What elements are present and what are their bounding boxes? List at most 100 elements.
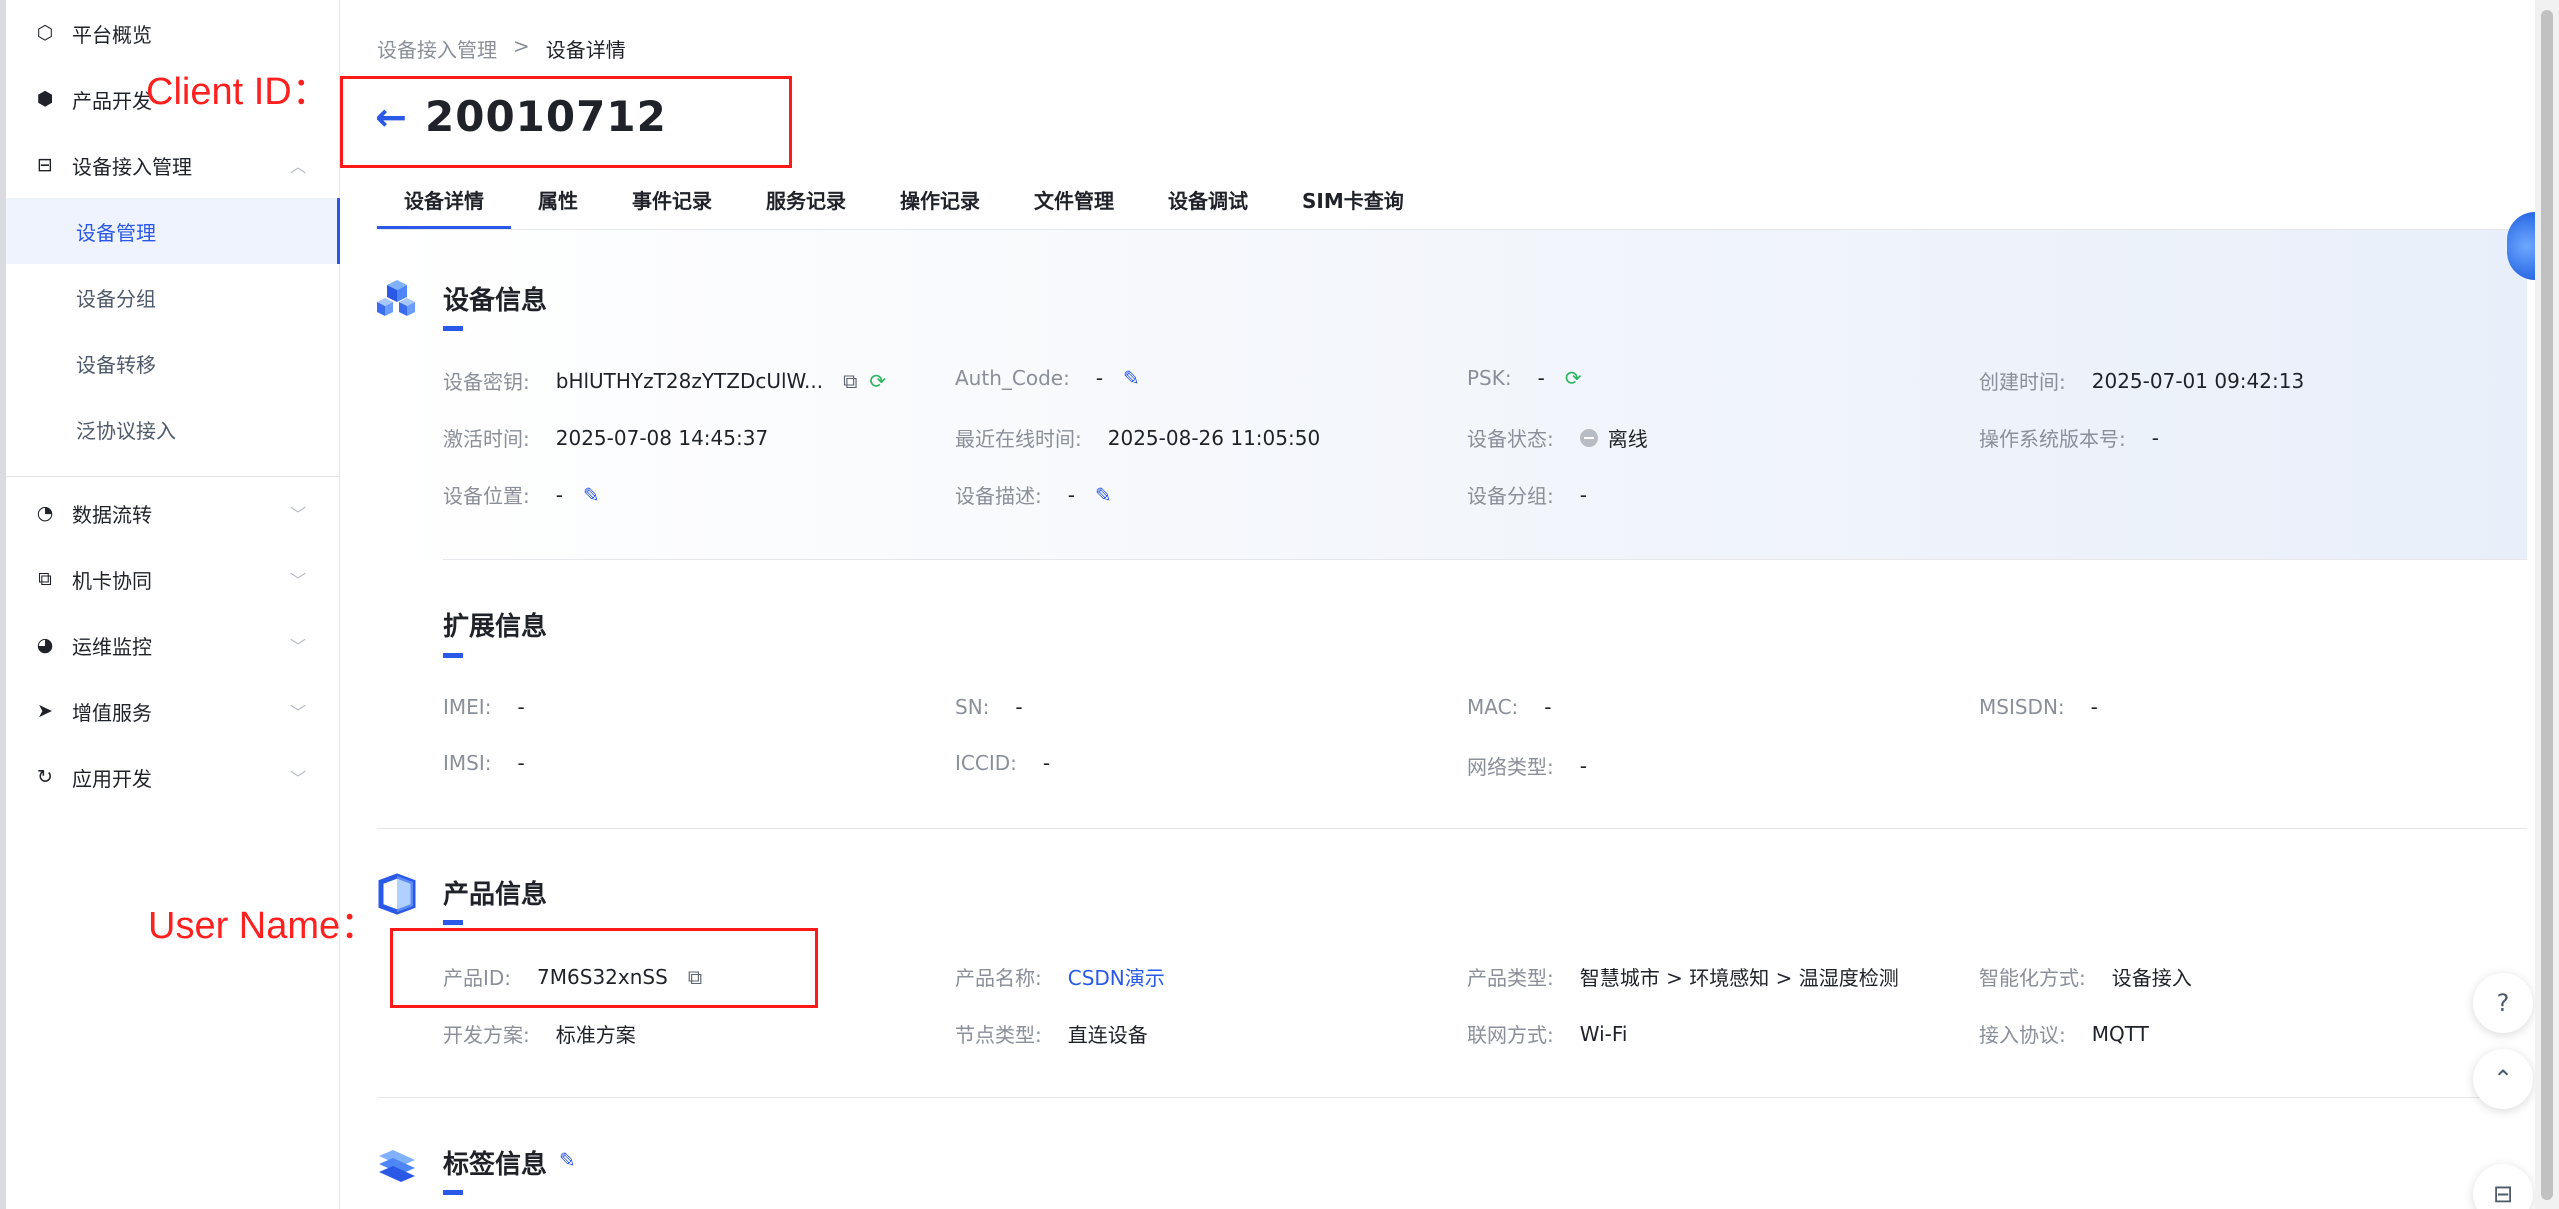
tab-operation-records[interactable]: 操作记录 [873, 184, 1007, 230]
sidebar-item-device-access[interactable]: ⊟ 设备接入管理 ︿ [6, 132, 340, 198]
breadcrumb-current: 设备详情 [545, 38, 626, 62]
field-activate-time: 激活时间: 2025-07-08 14:45:37 [443, 423, 768, 452]
tag-info-title: 标签信息 [443, 1150, 548, 1180]
field-value: - [1544, 695, 1552, 719]
annotation-box-user-name [390, 928, 818, 1008]
field-label: 创建时间: [1979, 370, 2066, 394]
monitor-icon: ◕ [36, 634, 54, 656]
product-box-icon [378, 873, 416, 915]
section-accent-bar [443, 1190, 463, 1195]
field-value: 直连设备 [1067, 1023, 1148, 1047]
edit-icon[interactable]: ✎ [1095, 483, 1112, 507]
back-to-top-icon[interactable]: ⌃ [2473, 1049, 2533, 1109]
field-network-type: 网络类型: - [1467, 751, 1587, 780]
field-device-location: 设备位置: - ✎ [443, 480, 600, 509]
edit-icon[interactable]: ✎ [1123, 366, 1140, 390]
tag-layers-icon [379, 1150, 415, 1182]
field-device-status: 设备状态: 离线 [1467, 423, 1648, 452]
field-value: bHlUTHYzT28zYTZDcUlW... [555, 368, 824, 393]
field-label: 接入协议: [1979, 1023, 2066, 1047]
sidebar-subitem-device-management[interactable]: 设备管理 [6, 198, 340, 264]
field-label: 最近在线时间: [955, 427, 1082, 451]
main-content: 设备接入管理 > 设备详情 ← 20010712 设备详情 属性 事件记录 服务… [341, 0, 2535, 1209]
chevron-down-icon: ﹀ [289, 571, 306, 590]
sidebar-divider [6, 476, 340, 477]
device-info-background [377, 230, 2527, 560]
section-divider [443, 559, 2527, 560]
device-access-icon: ⊟ [37, 154, 53, 176]
field-value: - [517, 695, 525, 719]
copy-icon[interactable]: ⧉ [843, 369, 857, 393]
field-label: 设备密钥: [443, 370, 530, 394]
breadcrumb: 设备接入管理 > 设备详情 [377, 34, 626, 63]
annotation-client-id: Client ID： [146, 71, 330, 113]
cube-icon: ⬢ [36, 88, 54, 110]
tab-event-records[interactable]: 事件记录 [605, 184, 739, 230]
field-label: Auth_Code: [955, 366, 1070, 390]
tab-service-records[interactable]: 服务记录 [739, 184, 873, 230]
sidebar-subitem-device-transfer[interactable]: 设备转移 [6, 330, 340, 396]
field-product-type: 产品类型: 智慧城市 > 环境感知 > 温湿度检测 [1467, 962, 1899, 991]
sidebar-item-card-sync[interactable]: ⧉ 机卡协同 ﹀ [6, 546, 340, 612]
field-mac: MAC: - [1467, 695, 1552, 719]
send-icon: ➤ [37, 700, 53, 722]
sidebar-item-label: 运维监控 [72, 634, 152, 659]
sidebar-subitem-label: 设备转移 [76, 352, 156, 377]
chevron-down-icon: ﹀ [289, 703, 306, 722]
refresh-icon[interactable]: ⟳ [869, 369, 886, 393]
field-label: ICCID: [955, 751, 1017, 775]
sidebar-subitem-protocol-access[interactable]: 泛协议接入 [6, 396, 340, 462]
field-value: 设备接入 [2111, 966, 2192, 990]
field-label: SN: [955, 695, 990, 719]
card-sync-icon: ⧉ [38, 568, 52, 590]
help-icon[interactable]: ? [2473, 973, 2533, 1033]
field-auth-code: Auth_Code: - ✎ [955, 366, 1140, 390]
field-imei: IMEI: - [443, 695, 525, 719]
sidebar-item-value-added[interactable]: ➤ 增值服务 ﹀ [6, 678, 340, 744]
field-value: - [517, 751, 525, 775]
sidebar-item-overview[interactable]: ⬡ 平台概览 [6, 0, 340, 66]
chevron-down-icon: ﹀ [289, 769, 306, 788]
field-label: 产品名称: [955, 966, 1042, 990]
field-label: 激活时间: [443, 427, 530, 451]
tab-device-debug[interactable]: 设备调试 [1141, 184, 1275, 230]
field-device-secret: 设备密钥: bHlUTHYzT28zYTZDcUlW... ⧉ ⟳ [443, 366, 886, 395]
product-name-link[interactable]: CSDN演示 [1068, 962, 1165, 991]
chevron-up-icon: ︿ [289, 157, 306, 176]
cubes-icon [377, 280, 415, 316]
sidebar-item-monitor[interactable]: ◕ 运维监控 ﹀ [6, 612, 340, 678]
field-value: 智慧城市 > 环境感知 > 温湿度检测 [1579, 966, 1899, 990]
annotation-box-client-id [340, 76, 792, 168]
scrollbar-thumb[interactable] [2541, 10, 2553, 1200]
sidebar-item-app-dev[interactable]: ↻ 应用开发 ﹀ [6, 744, 340, 810]
field-imsi: IMSI: - [443, 751, 525, 775]
vertical-scrollbar[interactable] [2535, 0, 2559, 1209]
sidebar-subitem-device-group[interactable]: 设备分组 [6, 264, 340, 330]
field-product-name: 产品名称: CSDN演示 [955, 962, 1165, 991]
field-value: Wi-Fi [1579, 1021, 1628, 1046]
breadcrumb-parent-link[interactable]: 设备接入管理 [377, 34, 497, 63]
field-label: IMSI: [443, 751, 492, 775]
tab-device-detail[interactable]: 设备详情 [377, 184, 511, 230]
field-psk: PSK: - ⟳ [1467, 366, 1582, 390]
sidebar-item-label: 应用开发 [72, 766, 152, 791]
refresh-icon[interactable]: ⟳ [1565, 366, 1582, 390]
field-node-type: 节点类型: 直连设备 [955, 1019, 1148, 1048]
field-value: - [555, 482, 563, 507]
product-info-title: 产品信息 [443, 880, 548, 910]
edit-icon[interactable]: ✎ [559, 1148, 576, 1172]
field-value: - [1042, 751, 1051, 775]
edit-icon[interactable]: ✎ [583, 483, 600, 507]
tab-properties[interactable]: 属性 [511, 184, 605, 230]
tab-bar: 设备详情 属性 事件记录 服务记录 操作记录 文件管理 设备调试 SIM卡查询 [377, 184, 1431, 230]
sidebar-item-data-flow[interactable]: ◔ 数据流转 ﹀ [6, 480, 340, 546]
sidebar-subitem-label: 泛协议接入 [76, 418, 176, 443]
sidebar-item-label: 增值服务 [72, 700, 152, 725]
field-label: PSK: [1467, 366, 1512, 390]
tab-sim-query[interactable]: SIM卡查询 [1275, 184, 1431, 230]
field-label: 智能化方式: [1979, 966, 2086, 990]
field-value: - [1579, 482, 1587, 507]
sidebar-subitem-label: 设备分组 [76, 286, 156, 311]
tab-file-management[interactable]: 文件管理 [1007, 184, 1141, 230]
field-iccid: ICCID: - [955, 751, 1050, 775]
